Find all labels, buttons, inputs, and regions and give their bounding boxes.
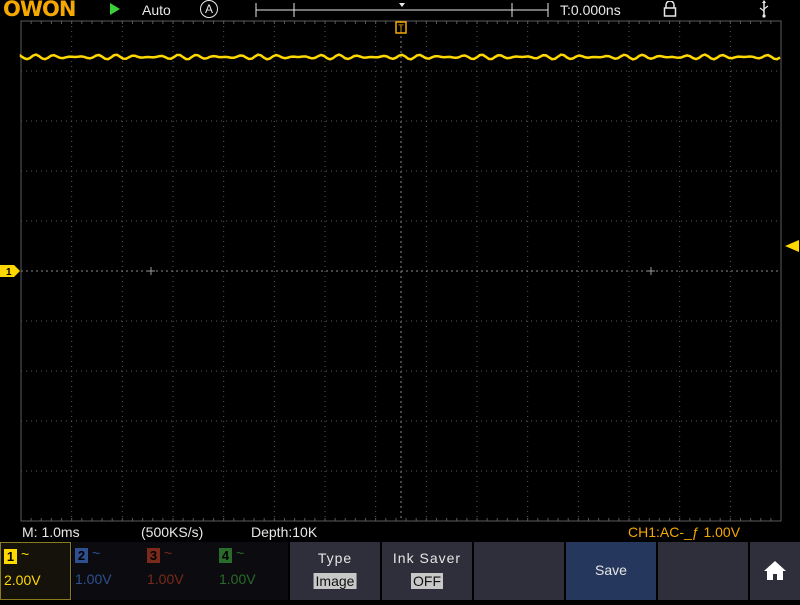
ink-saver-menu-button[interactable]: Ink Saver OFF [382,542,472,600]
memory-position-indicator [255,3,549,17]
memory-depth-readout: Depth:10K [251,524,318,540]
channel-4-box[interactable]: 4 ~ 1.00V [216,542,288,600]
top-status-bar: OWON Auto A T:0.000ns [0,0,800,21]
channel-3-coupling: ~ [164,545,173,561]
home-icon [764,561,786,580]
lock-icon [663,1,677,17]
brand-logo: OWON [3,0,76,21]
channel-4-scale: 1.00V [219,571,256,587]
trigger-level-marker [785,240,799,252]
run-icon[interactable] [110,3,120,15]
trigger-position-label: T [398,23,404,33]
channel-4-coupling: ~ [236,545,245,561]
ch1-ground-label: 1 [6,267,12,278]
ink-saver-menu-title: Ink Saver [392,550,462,566]
type-menu-title: Type [317,550,353,566]
save-button[interactable]: Save [566,542,656,600]
empty-menu-slot-5 [658,542,748,600]
channel-2-coupling: ~ [92,545,101,561]
channel-1-scale: 2.00V [4,572,41,588]
channel-1-number: 1 [4,549,17,564]
timebase-readout: M: 1.0ms [22,524,80,540]
trigger-mode-label: Auto [142,2,171,18]
channel-2-scale: 1.00V [75,571,112,587]
channel-3-scale: 1.00V [147,571,184,587]
trigger-time-readout: T:0.000ns [560,2,621,18]
channel-1-box[interactable]: 1 ~ 2.00V [0,542,71,600]
acquire-mode-icon: A [200,0,218,18]
status-line: M: 1.0ms (500KS/s) Depth:10K CH1:AC-_ƒ 1… [0,522,800,542]
waveform-grid: T1 [0,20,799,522]
channel-2-number: 2 [75,548,88,563]
ink-saver-menu-value: OFF [411,573,443,589]
channel-2-box[interactable]: 2 ~ 1.00V [72,542,144,600]
bottom-menu: 1 ~ 2.00V 2 ~ 1.00V 3 ~ 1.00V 4 ~ 1.00V … [0,542,800,600]
type-menu-value: Image [313,573,357,589]
waveform-display[interactable]: T1 [0,20,800,522]
home-button[interactable] [750,542,800,600]
save-button-label: Save [595,562,627,578]
sample-rate-readout: (500KS/s) [141,524,204,540]
trigger-info-readout: CH1:AC-_ƒ 1.00V [628,524,741,540]
empty-menu-slot-3 [474,542,564,600]
channel-3-box[interactable]: 3 ~ 1.00V [144,542,216,600]
channel-1-coupling: ~ [21,546,30,562]
type-menu-button[interactable]: Type Image [290,542,380,600]
channel-4-number: 4 [219,548,232,563]
usb-icon [759,0,769,18]
channel-3-number: 3 [147,548,160,563]
